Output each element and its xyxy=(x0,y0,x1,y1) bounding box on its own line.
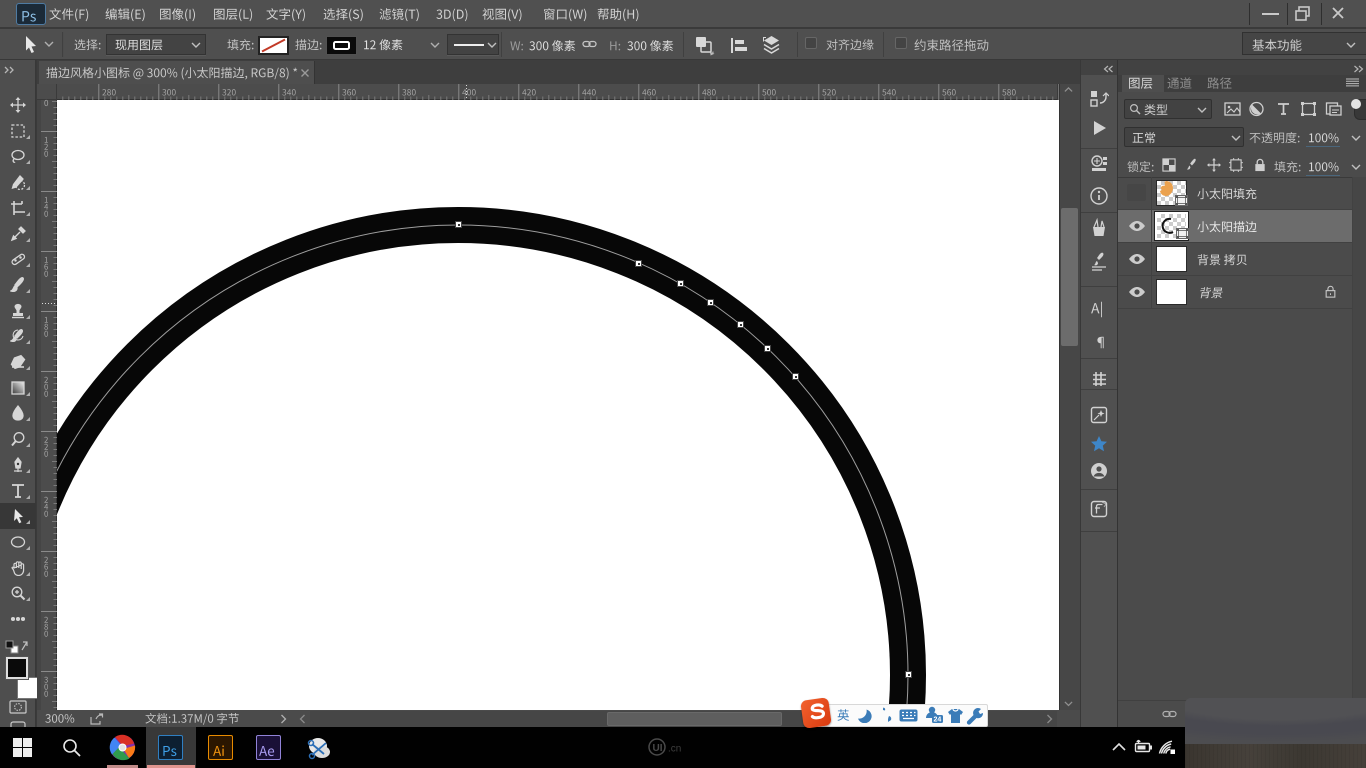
svg-text:UI: UI xyxy=(653,743,663,754)
svg-text:.cn: .cn xyxy=(668,744,681,755)
svg-text:24: 24 xyxy=(934,717,942,724)
